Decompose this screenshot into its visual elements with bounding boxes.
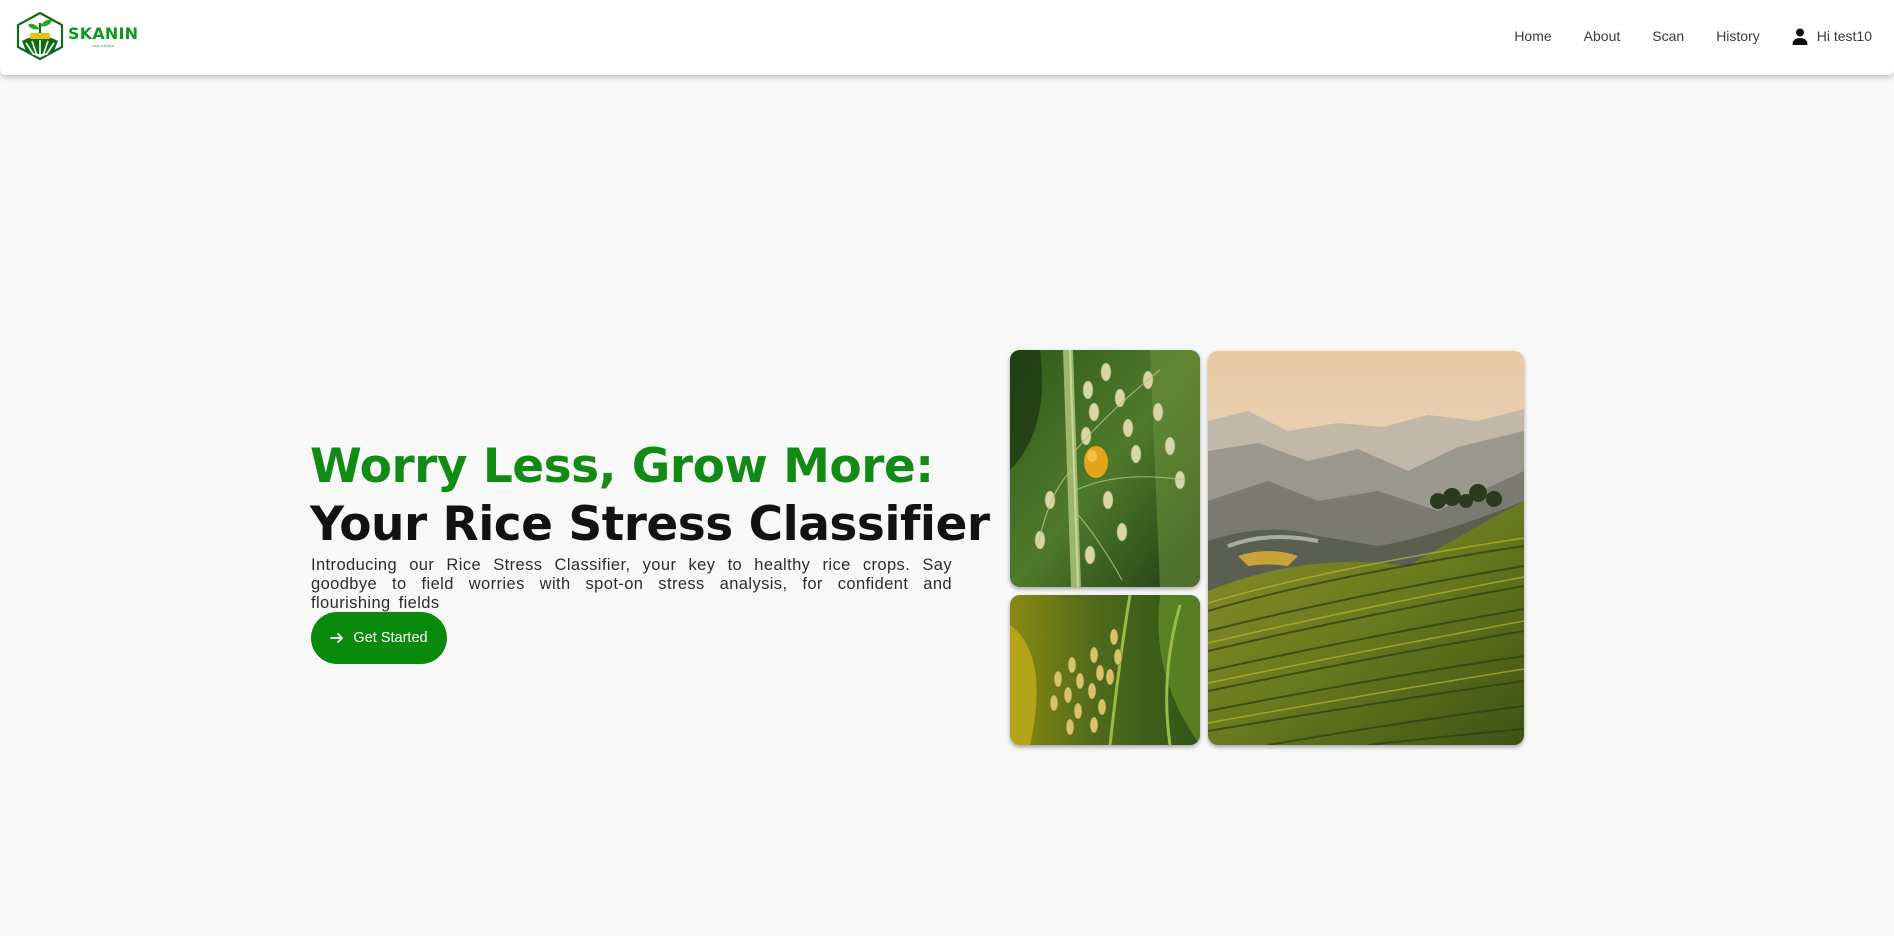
arrow-right-icon xyxy=(330,633,344,643)
nav-home-link[interactable]: Home xyxy=(1514,28,1551,44)
hero-description: Introducing our Rice Stress Classifier, … xyxy=(311,556,952,612)
nav-history-link[interactable]: History xyxy=(1716,28,1760,44)
rice-stalk-with-pest-image xyxy=(1010,350,1200,587)
brand-logo[interactable]: SKANIN rice stress xyxy=(14,10,138,62)
get-started-label: Get Started xyxy=(353,630,428,646)
brand-wordmark: SKANIN rice stress xyxy=(68,23,139,48)
logo-icon xyxy=(16,11,64,61)
top-navbar: SKANIN rice stress Home About Scan Histo… xyxy=(0,0,1894,75)
nav-scan-link[interactable]: Scan xyxy=(1652,28,1684,44)
rice-terraces-landscape-image xyxy=(1208,351,1524,745)
brand-name: SKANIN xyxy=(68,23,139,43)
hero-title: Your Rice Stress Classifier xyxy=(310,497,990,552)
get-started-button[interactable]: Get Started xyxy=(311,612,447,664)
main-nav: Home About Scan History Hi test10 xyxy=(1514,0,1894,72)
rice-grain-heads-image xyxy=(1010,595,1200,745)
user-greeting: Hi test10 xyxy=(1816,28,1872,44)
brand-tagline: rice stress xyxy=(92,42,114,48)
hero-title-highlight: Worry Less, Grow More: xyxy=(310,439,934,494)
person-icon xyxy=(1792,28,1808,45)
nav-about-link[interactable]: About xyxy=(1584,28,1621,44)
user-menu[interactable]: Hi test10 xyxy=(1792,28,1872,45)
